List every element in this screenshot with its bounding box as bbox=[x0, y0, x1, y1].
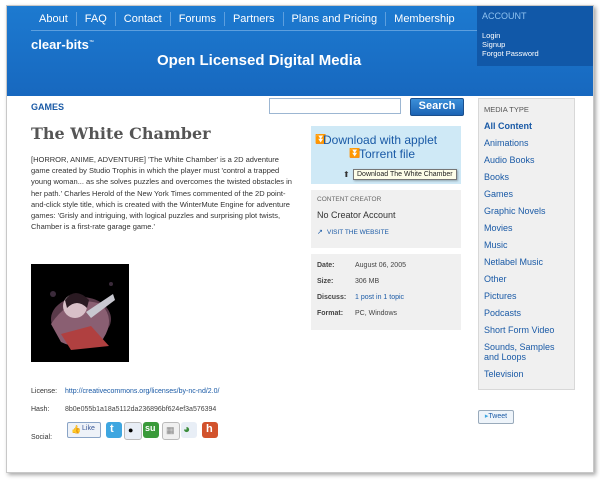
signup-link[interactable]: Signup bbox=[482, 40, 505, 49]
site-logo[interactable]: clear-bits™ bbox=[31, 37, 94, 52]
browser-page: About FAQ Contact Forums Partners Plans … bbox=[6, 5, 594, 473]
date-label: Date: bbox=[317, 262, 335, 269]
sidebar-item-pictures[interactable]: Pictures bbox=[484, 291, 517, 301]
sidebar-title: MEDIA TYPE bbox=[484, 105, 529, 114]
nav-plans-and-pricing[interactable]: Plans and Pricing bbox=[282, 12, 386, 26]
reddit-share-icon[interactable]: ● bbox=[124, 422, 142, 440]
discuss-link[interactable]: 1 post in 1 topic bbox=[355, 294, 404, 301]
media-info-panel: Date: August 06, 2005 Size: 306 MB Discu… bbox=[311, 254, 461, 330]
sidebar-item-games[interactable]: Games bbox=[484, 189, 513, 199]
size-value: 306 MB bbox=[355, 278, 380, 285]
cover-image bbox=[31, 264, 129, 362]
visit-website-link[interactable]: VISIT THE WEBSITE bbox=[327, 229, 389, 236]
social-label: Social: bbox=[31, 434, 53, 441]
twitter-share-icon[interactable]: t bbox=[106, 422, 122, 438]
like-label: Like bbox=[82, 425, 95, 432]
discuss-label: Discuss: bbox=[317, 294, 347, 301]
sidebar-item-sounds-samples-loops[interactable]: Sounds, Samples and Loops bbox=[484, 342, 572, 362]
site-tagline: Open Licensed Digital Media bbox=[157, 52, 362, 69]
license-link[interactable]: http://creativecommons.org/licenses/by-n… bbox=[65, 388, 219, 395]
sidebar-item-podcasts[interactable]: Podcasts bbox=[484, 308, 521, 318]
media-description: [HORROR, ANIME, ADVENTURE] 'The White Ch… bbox=[31, 155, 292, 232]
creator-name: No Creator Account bbox=[317, 210, 396, 220]
nav-partners[interactable]: Partners bbox=[223, 12, 283, 26]
upload-stats-icon: ⬆ bbox=[343, 170, 350, 179]
delicious-share-icon[interactable]: ▦ bbox=[162, 422, 180, 440]
google-share-icon[interactable]: ◕ bbox=[181, 422, 197, 438]
format-value: PC, Windows bbox=[355, 310, 398, 317]
sidebar-item-graphic-novels[interactable]: Graphic Novels bbox=[484, 206, 546, 216]
tweet-label: Tweet bbox=[488, 413, 508, 420]
logo-trademark: ™ bbox=[88, 39, 94, 46]
tweet-button[interactable]: ▸Tweet bbox=[478, 410, 514, 424]
sidebar-item-movies[interactable]: Movies bbox=[484, 223, 513, 233]
page-title: The White Chamber bbox=[31, 124, 211, 143]
sidebar-item-audio-books[interactable]: Audio Books bbox=[484, 155, 535, 165]
hash-value: 8b0e055b1a18a5112da236896bf624ef3a576394 bbox=[65, 406, 217, 413]
facebook-like-button[interactable]: 👍 Like bbox=[67, 422, 101, 438]
nav-about[interactable]: About bbox=[31, 12, 76, 26]
top-nav: About FAQ Contact Forums Partners Plans … bbox=[31, 9, 463, 29]
thumbs-up-icon: 👍 bbox=[71, 425, 81, 434]
nav-forums[interactable]: Forums bbox=[169, 12, 224, 26]
sidebar-item-netlabel-music[interactable]: Netlabel Music bbox=[484, 257, 543, 267]
format-label: Format: bbox=[317, 310, 344, 317]
download-applet-link[interactable]: Download with applet bbox=[323, 133, 437, 147]
nav-contact[interactable]: Contact bbox=[114, 12, 170, 26]
content-creator-panel: CONTENT CREATOR No Creator Account ↗ VIS… bbox=[311, 190, 461, 248]
nav-divider bbox=[31, 30, 477, 31]
external-link-icon: ↗ bbox=[317, 229, 323, 236]
license-label: License: bbox=[31, 388, 58, 395]
sidebar-item-books[interactable]: Books bbox=[484, 172, 509, 182]
stumbleupon-share-icon[interactable]: su bbox=[143, 422, 159, 438]
content-creator-label: CONTENT CREATOR bbox=[317, 196, 382, 203]
section-label[interactable]: GAMES bbox=[31, 102, 64, 112]
download-tooltip: Download The White Chamber bbox=[353, 169, 457, 180]
sidebar-item-all-content[interactable]: All Content bbox=[484, 121, 532, 131]
size-label: Size: bbox=[317, 278, 334, 285]
nav-membership[interactable]: Membership bbox=[385, 12, 463, 26]
search-input[interactable] bbox=[269, 98, 401, 114]
date-value: August 06, 2005 bbox=[355, 262, 406, 269]
sidebar-item-animations[interactable]: Animations bbox=[484, 138, 529, 148]
sidebar-item-other[interactable]: Other bbox=[484, 274, 507, 284]
nav-faq[interactable]: FAQ bbox=[75, 12, 115, 26]
sidebar-item-television[interactable]: Television bbox=[484, 369, 524, 379]
hyves-share-icon[interactable]: h bbox=[202, 422, 218, 438]
account-title: ACCOUNT bbox=[482, 11, 527, 21]
search-button[interactable]: Search bbox=[410, 98, 464, 116]
login-link[interactable]: Login bbox=[482, 31, 500, 40]
torrent-file-link[interactable]: Torrent file bbox=[359, 147, 415, 161]
hash-label: Hash: bbox=[31, 406, 50, 413]
account-panel: ACCOUNT Login Signup Forgot Password bbox=[477, 6, 593, 66]
sidebar-item-short-form-video[interactable]: Short Form Video bbox=[484, 325, 554, 335]
sidebar-item-music[interactable]: Music bbox=[484, 240, 508, 250]
media-type-sidebar: MEDIA TYPE All Content Animations Audio … bbox=[478, 98, 575, 390]
site-header: About FAQ Contact Forums Partners Plans … bbox=[7, 6, 593, 96]
forgot-password-link[interactable]: Forgot Password bbox=[482, 49, 539, 58]
